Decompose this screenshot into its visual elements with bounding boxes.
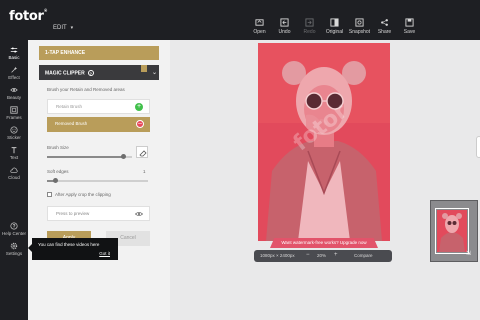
toolbar: Open Undo Redo Original Snapshot Share S… bbox=[247, 18, 422, 35]
rail-item-basic[interactable]: Basic bbox=[0, 46, 28, 60]
sliders-icon bbox=[10, 46, 18, 54]
slider-knob[interactable] bbox=[52, 178, 58, 183]
rail-item-sticker[interactable]: Sticker bbox=[0, 126, 28, 140]
image-dimensions: 1080px × 2400px bbox=[260, 253, 295, 258]
undo-button[interactable]: Undo bbox=[272, 18, 297, 35]
zoom-in-button[interactable]: + bbox=[334, 252, 338, 258]
plus-icon: + bbox=[135, 103, 143, 111]
save-icon bbox=[405, 18, 414, 27]
crop-checkbox[interactable] bbox=[47, 192, 52, 198]
zoom-level: 20% bbox=[317, 253, 327, 258]
soft-edges-value: 1 bbox=[143, 169, 146, 174]
preview-button[interactable]: Press to preview bbox=[47, 206, 150, 221]
rail-item-cloud[interactable]: Cloud bbox=[0, 166, 28, 180]
crop-option[interactable]: After Apply crop the clipping bbox=[47, 192, 111, 198]
one-tap-enhance-button[interactable]: 1-TAP ENHANCE bbox=[39, 46, 159, 60]
snapshot-icon bbox=[355, 18, 364, 27]
chevron-down-icon: ▾ bbox=[70, 25, 74, 31]
help-icon bbox=[10, 222, 18, 230]
redo-button[interactable]: Redo bbox=[297, 18, 322, 35]
rail-item-help-center[interactable]: Help Center bbox=[0, 222, 28, 236]
top-bar: fotor® EDIT ▾ Open Undo Redo Original Sna… bbox=[0, 0, 480, 40]
effect-icon bbox=[10, 66, 18, 74]
help-tooltip: You can find these videos here Got it bbox=[28, 238, 118, 260]
undo-icon bbox=[280, 18, 289, 27]
compare-button[interactable]: Compare bbox=[354, 253, 373, 258]
sticker-icon bbox=[10, 126, 18, 134]
removed-brush-button[interactable]: Removed Brush – bbox=[47, 117, 150, 132]
rail-item-settings[interactable]: Settings bbox=[0, 242, 28, 256]
soft-edges-slider[interactable] bbox=[47, 178, 148, 183]
viewport-frame[interactable] bbox=[435, 208, 469, 254]
chevron-down-icon: ⌄ bbox=[151, 70, 157, 76]
fotor-logo[interactable]: fotor® bbox=[9, 8, 48, 24]
brush-size-slider[interactable] bbox=[47, 154, 132, 159]
photo-canvas[interactable]: fotor bbox=[258, 43, 390, 241]
edit-menu[interactable]: EDIT ▾ bbox=[53, 25, 73, 31]
bookmark-icon bbox=[141, 65, 147, 72]
cloud-icon bbox=[10, 166, 18, 174]
settings-icon bbox=[10, 242, 18, 250]
text-icon bbox=[10, 146, 18, 154]
eraser-icon bbox=[139, 150, 147, 157]
share-button[interactable]: Share bbox=[372, 18, 397, 35]
eye-icon bbox=[10, 86, 18, 94]
collapse-icon[interactable]: ⇲ bbox=[466, 250, 474, 258]
rail-item-text[interactable]: Text bbox=[0, 146, 28, 160]
open-icon bbox=[255, 18, 264, 27]
portrait-image bbox=[258, 43, 390, 241]
brush-hint: Brush your Retain and Removed areas bbox=[47, 87, 125, 92]
save-button[interactable]: Save bbox=[397, 18, 422, 35]
left-rail: Basic Effect Beauty Frames Sticker Text … bbox=[0, 40, 28, 320]
brush-size-label: Brush Size bbox=[47, 145, 69, 150]
navigator-thumbnail[interactable]: ⇲ bbox=[430, 200, 478, 262]
redo-icon bbox=[305, 18, 314, 27]
retain-brush-button[interactable]: Retain Brush + bbox=[47, 99, 150, 114]
frame-icon bbox=[10, 106, 18, 114]
minus-icon: – bbox=[136, 120, 144, 128]
upgrade-banner[interactable]: Want watermark-free works? Upgrade now bbox=[270, 238, 378, 248]
slider-fill bbox=[47, 156, 124, 158]
snapshot-button[interactable]: Snapshot bbox=[347, 18, 372, 35]
help-icon[interactable]: ? bbox=[87, 70, 94, 76]
slider-knob[interactable] bbox=[121, 154, 126, 159]
zoom-out-button[interactable]: − bbox=[306, 252, 310, 258]
original-button[interactable]: Original bbox=[322, 18, 347, 35]
open-button[interactable]: Open bbox=[247, 18, 272, 35]
eraser-button[interactable] bbox=[136, 146, 148, 158]
rail-item-frames[interactable]: Frames bbox=[0, 106, 28, 120]
share-icon bbox=[380, 18, 389, 27]
side-panel-handle[interactable] bbox=[476, 136, 480, 158]
got-it-link[interactable]: Got it bbox=[99, 251, 110, 256]
eye-icon bbox=[135, 212, 143, 216]
rail-item-beauty[interactable]: Beauty bbox=[0, 86, 28, 100]
magic-clipper-header[interactable]: MAGIC CLIPPER? ⌄ bbox=[39, 65, 159, 80]
original-icon bbox=[330, 18, 339, 27]
zoom-bar: 1080px × 2400px − 20% + Compare bbox=[254, 250, 392, 262]
rail-item-effect[interactable]: Effect bbox=[0, 66, 28, 80]
soft-edges-label: Soft edges bbox=[47, 169, 69, 174]
